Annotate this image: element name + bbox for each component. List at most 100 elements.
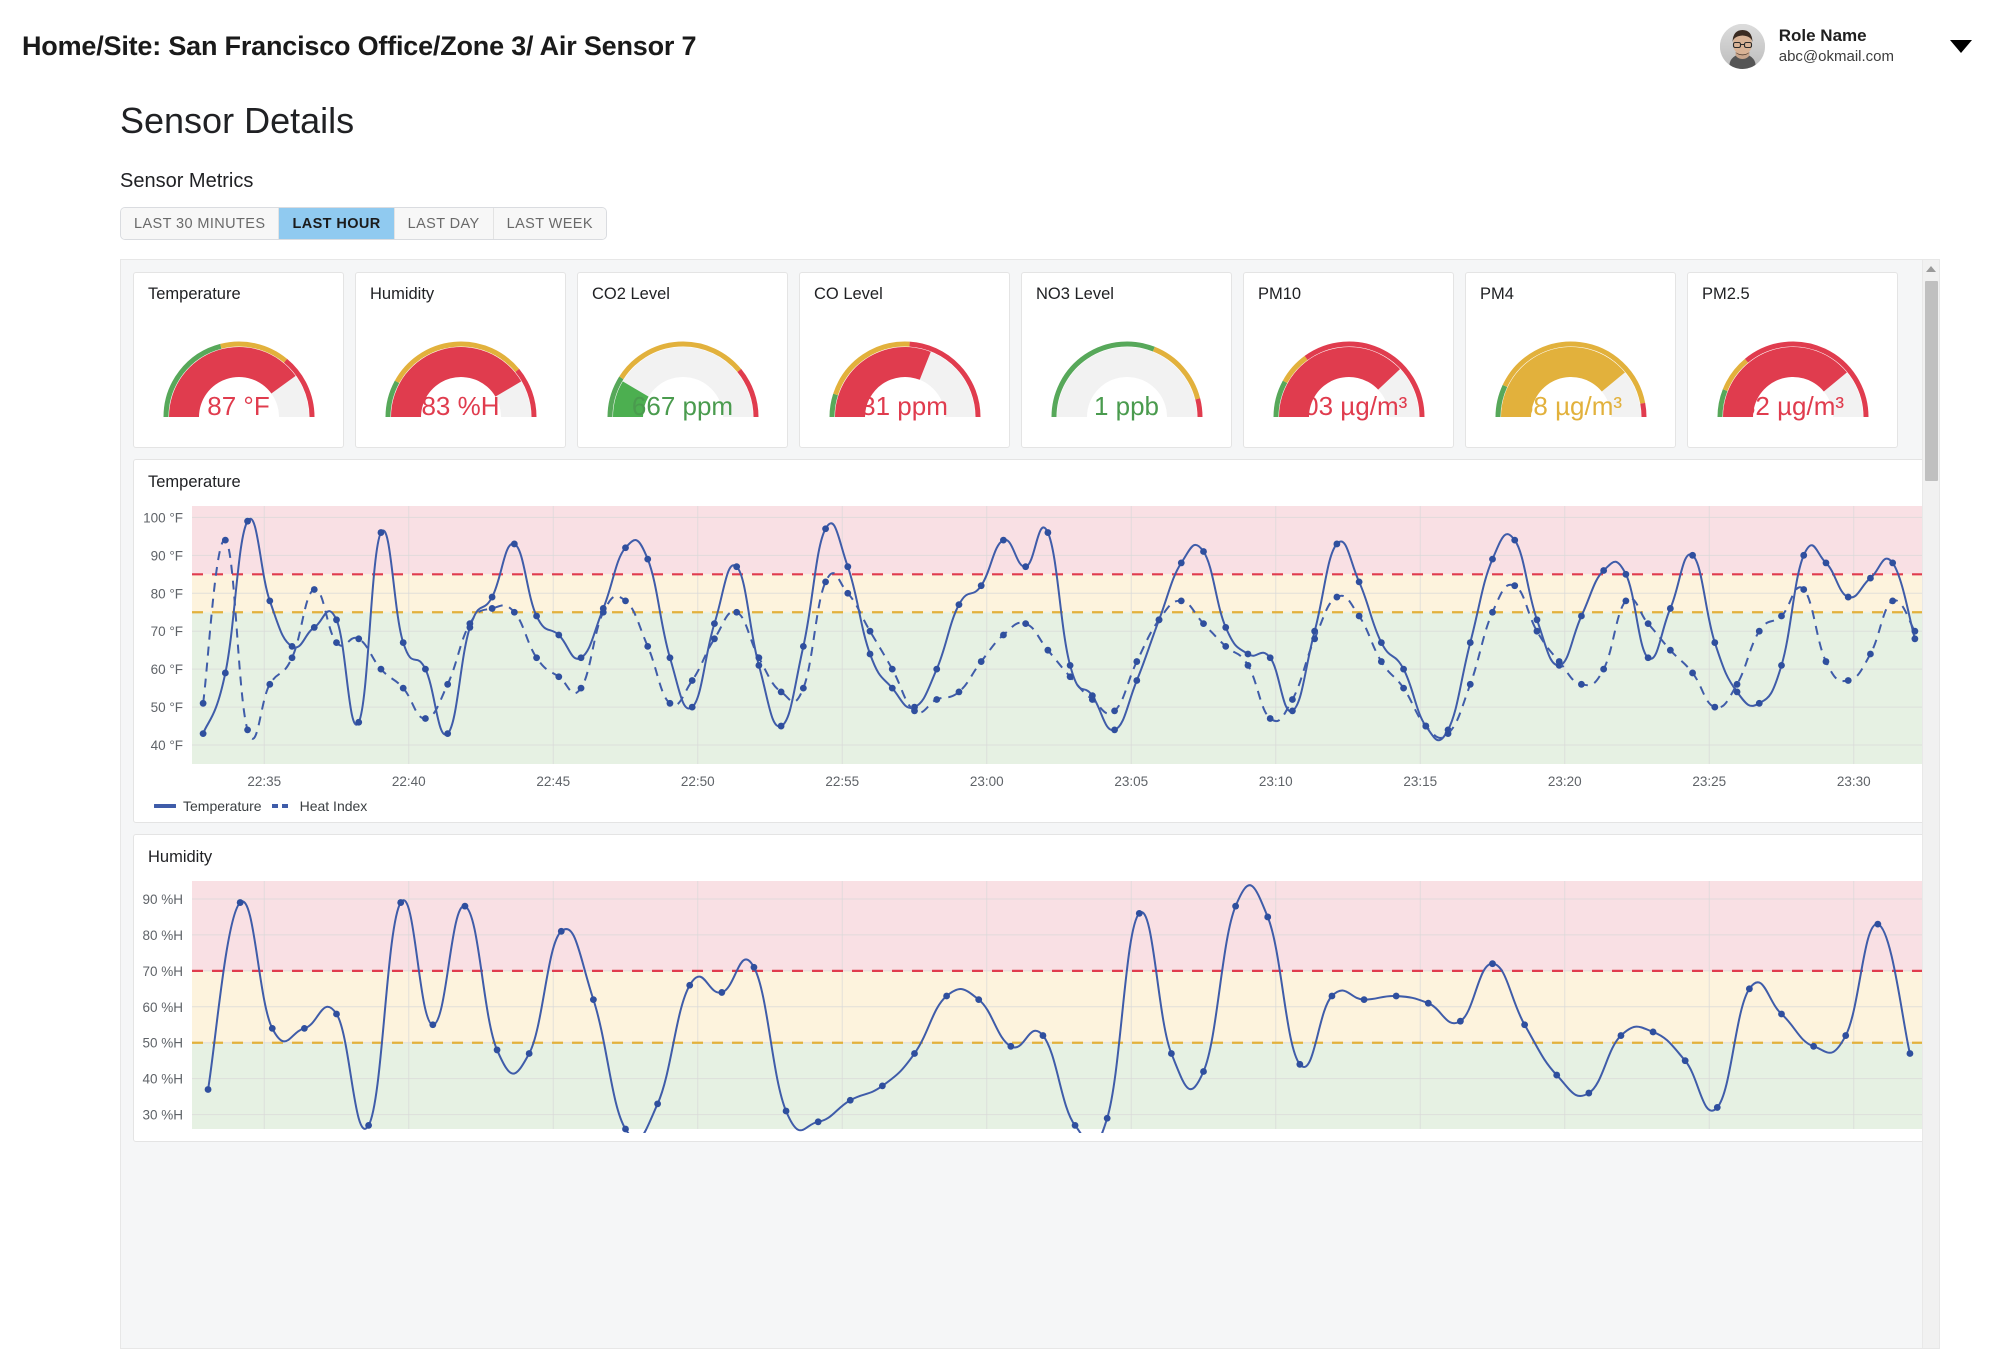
y-tick-label: 40 %H — [142, 1072, 183, 1087]
data-point — [1377, 658, 1385, 665]
data-point — [1600, 665, 1608, 673]
data-point — [955, 688, 963, 696]
gauge-value-arc — [1500, 347, 1625, 417]
data-point — [888, 684, 896, 692]
data-point — [589, 996, 597, 1004]
data-point — [666, 699, 674, 707]
x-tick-label: 23:05 — [1114, 774, 1148, 789]
data-point — [429, 1021, 437, 1029]
temperature-line-chart[interactable]: 40 °F 50 °F 60 °F 70 °F 80 °F 90 °F 100 °F 22:3… — [134, 496, 1926, 796]
breadcrumb: Home/Site: San Francisco Office/Zone 3/ … — [22, 30, 697, 61]
y-tick-label: 40 °F — [151, 738, 183, 753]
data-point — [1266, 654, 1274, 662]
tab-last-30-minutes[interactable]: LAST 30 MINUTES — [121, 208, 280, 239]
user-menu[interactable]: Role Name abc@okmail.com — [1719, 23, 1972, 69]
data-point — [644, 555, 652, 563]
data-point — [977, 658, 985, 665]
data-point — [1822, 559, 1830, 567]
data-point — [1424, 999, 1432, 1007]
x-tick-label: 23:10 — [1259, 774, 1293, 789]
data-point — [1578, 680, 1585, 688]
chevron-down-icon[interactable] — [1950, 39, 1972, 53]
legend-label: Temperature — [183, 798, 262, 814]
legend-item-temperature[interactable]: Temperature — [154, 798, 262, 814]
data-point — [1489, 555, 1496, 563]
data-point — [1111, 707, 1118, 715]
chart-band-0 — [192, 612, 1926, 764]
scrollbar-thumb[interactable] — [1925, 281, 1938, 481]
data-point — [1755, 627, 1763, 635]
data-point — [1533, 616, 1541, 624]
data-point — [355, 718, 363, 726]
chart-legend: Temperature Heat Index — [154, 798, 1926, 814]
data-point — [1244, 661, 1252, 669]
data-point — [866, 650, 874, 658]
data-point — [1778, 1010, 1785, 1018]
chart-band-0 — [192, 1042, 1926, 1129]
data-point — [1103, 1114, 1111, 1122]
gauge-value-arc — [1278, 347, 1400, 417]
data-point — [718, 989, 726, 996]
data-point — [1296, 1060, 1304, 1068]
x-tick-label: 23:15 — [1403, 774, 1437, 789]
top-bar: Home/Site: San Francisco Office/Zone 3/ … — [0, 0, 2000, 92]
gauge-card-no3-level: NO3 Level 1 ppb — [1021, 272, 1232, 448]
vertical-scrollbar[interactable] — [1922, 260, 1939, 1348]
x-tick-label: 22:55 — [825, 774, 859, 789]
data-point — [1906, 1050, 1914, 1057]
y-tick-label: 70 °F — [151, 624, 183, 639]
data-point — [510, 608, 518, 616]
time-range-tabs[interactable]: LAST 30 MINUTES LAST HOUR LAST DAY LAST WEE… — [120, 207, 607, 240]
x-tick-label: 23:00 — [970, 774, 1004, 789]
data-point — [1622, 597, 1630, 605]
tab-last-day[interactable]: LAST DAY — [394, 208, 494, 239]
data-point — [975, 996, 983, 1004]
data-point — [1521, 1021, 1529, 1029]
tab-last-week[interactable]: LAST WEEK — [493, 208, 606, 239]
data-point — [888, 665, 896, 673]
tab-last-hour[interactable]: LAST HOUR — [279, 208, 395, 239]
data-point — [599, 608, 607, 616]
x-tick-label: 23:30 — [1837, 774, 1871, 789]
data-point — [688, 677, 696, 684]
data-point — [814, 1118, 822, 1126]
data-point — [1333, 593, 1341, 601]
data-point — [244, 517, 251, 525]
data-point — [577, 684, 585, 692]
data-point — [733, 563, 741, 571]
humidity-line-chart[interactable]: 30 %H 40 %H 50 %H 60 %H 70 %H 80 %H 90 %H — [134, 871, 1926, 1133]
data-point — [444, 730, 452, 738]
data-point — [878, 1082, 886, 1090]
data-point — [1039, 1032, 1047, 1039]
avatar-photo — [1719, 23, 1765, 69]
data-point — [799, 684, 807, 692]
data-point — [1511, 582, 1519, 590]
data-point — [1578, 612, 1585, 620]
user-name: Role Name — [1778, 25, 1867, 45]
data-point — [1044, 529, 1052, 536]
gauge-value-arc — [834, 347, 931, 417]
data-point — [1133, 677, 1141, 684]
page-title: Sensor Details — [120, 100, 355, 141]
legend-item-heat-index[interactable]: Heat Index — [271, 798, 367, 814]
data-point — [1400, 684, 1407, 692]
data-point — [221, 669, 229, 677]
data-point — [686, 981, 694, 989]
data-point — [844, 589, 852, 597]
data-point — [1689, 551, 1696, 559]
data-point — [777, 688, 785, 696]
data-point — [1874, 920, 1882, 928]
y-tick-label: 30 %H — [142, 1108, 183, 1123]
gauge-graphic: 83 %H — [356, 311, 565, 436]
legend-swatch-dashed-icon — [271, 804, 292, 808]
scroll-up-icon[interactable] — [1923, 260, 1939, 277]
data-point — [955, 601, 963, 609]
metrics-scroll-panel: Temperature 87 °F Humidity 83 %H CO2 Level 66… — [120, 259, 1940, 1349]
data-point — [310, 586, 318, 593]
data-point — [204, 1086, 212, 1093]
data-point — [399, 639, 407, 646]
gauge-card-co2-level: CO2 Level 667 ppm — [577, 272, 788, 448]
data-point — [1649, 1028, 1657, 1036]
data-point — [1444, 730, 1452, 738]
gauge-title: Humidity — [370, 285, 435, 303]
